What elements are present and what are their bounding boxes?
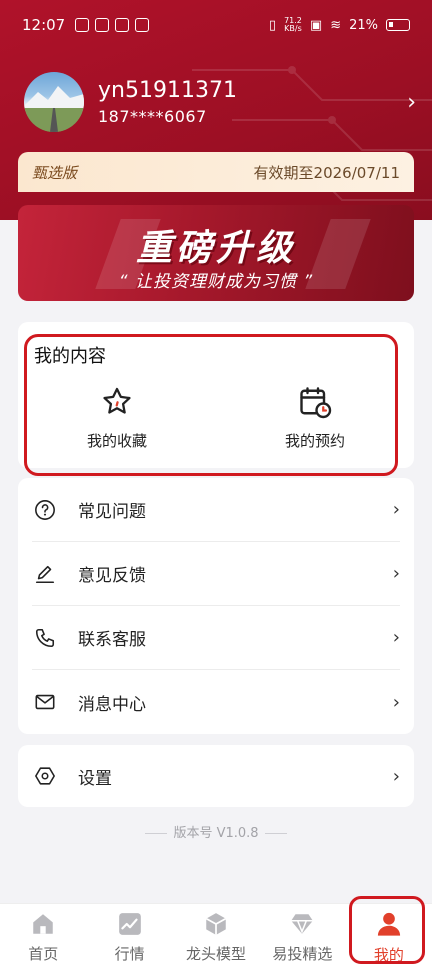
membership-bar: 甄选版 有效期至2026/07/11 bbox=[18, 152, 414, 192]
tab-leader-model[interactable]: 龙头模型 bbox=[173, 904, 259, 964]
tab-label: 龙头模型 bbox=[186, 945, 247, 963]
gear-icon bbox=[32, 765, 58, 787]
notification-icon bbox=[95, 18, 110, 32]
question-circle-icon bbox=[32, 499, 58, 521]
app-version: 版本号 V1.0.8 bbox=[0, 822, 432, 841]
cube-icon bbox=[203, 910, 229, 937]
menu-item-label: 消息中心 bbox=[78, 694, 146, 715]
status-right: ▯ 71.2 KB/s ▣ ≋ 21% bbox=[269, 17, 410, 33]
battery-percent: 21% bbox=[349, 17, 378, 33]
vibrate-icon: ▯ bbox=[268, 17, 277, 33]
avatar[interactable] bbox=[24, 72, 84, 132]
sim-icon: ▣ bbox=[309, 17, 323, 33]
username: yn51911371 bbox=[98, 78, 237, 103]
chevron-right-icon: › bbox=[392, 765, 400, 787]
tab-label: 首页 bbox=[28, 945, 59, 963]
highlight-box bbox=[349, 896, 425, 964]
tab-home[interactable]: 首页 bbox=[0, 904, 86, 964]
chevron-right-icon: › bbox=[392, 627, 400, 648]
menu-item-customer-service[interactable]: 联系客服 › bbox=[32, 606, 400, 670]
notification-icon bbox=[75, 18, 90, 32]
notification-icon bbox=[115, 18, 130, 32]
home-icon bbox=[30, 910, 56, 937]
wifi-icon: ≋ bbox=[330, 17, 342, 33]
menu-card: 常见问题 › 意见反馈 › 联系客服 › 消息中心 › bbox=[18, 478, 414, 734]
chevron-right-icon: › bbox=[392, 563, 400, 584]
tab-featured[interactable]: 易投精选 bbox=[259, 904, 345, 964]
diamond-icon bbox=[289, 910, 315, 937]
edit-pen-icon bbox=[32, 563, 58, 585]
membership-tier: 甄选版 bbox=[32, 163, 78, 182]
network-speed: 71.2 KB/s bbox=[284, 16, 302, 33]
banner-subtitle: “ 让投资理财成为习惯 ” bbox=[118, 272, 314, 292]
menu-item-label: 常见问题 bbox=[78, 502, 146, 522]
settings-card: 设置 › bbox=[18, 745, 414, 807]
notification-icon bbox=[135, 18, 150, 32]
phone-icon bbox=[32, 627, 58, 649]
tab-label: 行情 bbox=[114, 945, 145, 963]
menu-item-feedback[interactable]: 意见反馈 › bbox=[32, 542, 400, 606]
profile-header: 12:07 ▯ 71.2 KB/s ▣ ≋ 21% yn51911371 187… bbox=[0, 0, 432, 220]
tab-market[interactable]: 行情 bbox=[86, 904, 172, 964]
menu-item-faq[interactable]: 常见问题 › bbox=[32, 478, 400, 542]
chevron-right-icon: › bbox=[392, 691, 400, 713]
chevron-right-icon: › bbox=[392, 499, 400, 520]
menu-item-label: 意见反馈 bbox=[78, 566, 146, 586]
chart-icon bbox=[117, 910, 143, 937]
highlight-box bbox=[24, 334, 398, 476]
upgrade-banner[interactable]: 重磅升级 “ 让投资理财成为习惯 ” bbox=[18, 205, 414, 301]
tab-label: 易投精选 bbox=[272, 945, 333, 963]
status-bar: 12:07 ▯ 71.2 KB/s ▣ ≋ 21% bbox=[0, 0, 432, 50]
notification-icons bbox=[75, 18, 150, 32]
profile-row[interactable]: yn51911371 187****6067 › bbox=[24, 72, 416, 132]
status-time: 12:07 bbox=[22, 16, 66, 34]
banner-title: 重磅升级 bbox=[135, 228, 296, 269]
chevron-right-icon[interactable]: › bbox=[407, 90, 416, 115]
mail-icon bbox=[32, 691, 58, 713]
phone-number: 187****6067 bbox=[98, 107, 207, 126]
menu-item-settings[interactable]: 设置 › bbox=[32, 745, 400, 807]
settings-label: 设置 bbox=[78, 768, 112, 789]
membership-expiry: 有效期至2026/07/11 bbox=[253, 163, 400, 182]
menu-item-label: 联系客服 bbox=[78, 630, 146, 650]
menu-item-messages[interactable]: 消息中心 › bbox=[32, 670, 400, 734]
battery-icon bbox=[386, 19, 410, 31]
